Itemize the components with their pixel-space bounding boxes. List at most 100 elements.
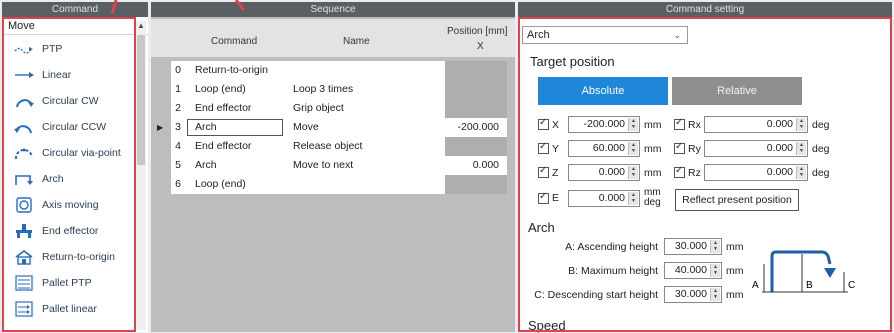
spin-arrows-icon[interactable]: ▲ ▼ xyxy=(710,288,720,301)
axis-value-input[interactable]: 0.000 ▲ ▼ xyxy=(704,116,808,133)
axis-value: 0.000 xyxy=(598,166,625,178)
arch-param-input[interactable]: 30.000 ▲ ▼ xyxy=(664,286,722,303)
arch-param-input[interactable]: 40.000 ▲ ▼ xyxy=(664,262,722,279)
spin-arrows-icon[interactable]: ▲ ▼ xyxy=(796,118,806,131)
command-item-label: PTP xyxy=(42,43,63,55)
axis-label: Rz xyxy=(688,166,701,179)
sequence-row[interactable]: 1 Loop (end) Loop 3 times xyxy=(151,80,515,99)
command-type-value: Arch xyxy=(527,29,550,41)
row-command[interactable]: End effector xyxy=(195,137,251,156)
axis-row-rz: Rz0.000▲▼deg xyxy=(674,164,830,181)
relative-button[interactable]: Relative xyxy=(672,77,802,105)
axis-row-ry: Ry0.000▲▼deg xyxy=(674,140,830,157)
circular-cw-icon xyxy=(12,92,36,110)
axis-checkbox[interactable] xyxy=(538,117,549,130)
command-type-select[interactable]: Arch ⌄ xyxy=(522,26,688,44)
sequence-row[interactable]: 0 Return-to-origin xyxy=(151,61,515,80)
row-command[interactable]: Loop (end) xyxy=(195,175,246,194)
arch-param-value: 30.000 xyxy=(674,288,707,300)
axis-checkbox[interactable] xyxy=(538,165,549,178)
command-item-label: Axis moving xyxy=(42,199,99,211)
target-position-title: Target position xyxy=(530,54,615,69)
home-icon xyxy=(12,248,36,266)
sequence-row[interactable]: 5 Arch Move to next 0.000 xyxy=(151,156,515,175)
annotation-pointers xyxy=(110,0,246,15)
command-item[interactable]: Return-to-origin xyxy=(6,244,134,270)
row-name[interactable]: Move to next xyxy=(293,156,353,175)
command-item[interactable]: Pallet PTP xyxy=(6,270,134,296)
spin-arrows-icon[interactable]: ▲ ▼ xyxy=(628,142,638,155)
command-item-label: Pallet PTP xyxy=(42,277,92,289)
command-scrollbar[interactable]: ▲ xyxy=(136,21,146,330)
axis-row-y: Y 60.000▲▼ mm xyxy=(538,140,662,157)
row-command[interactable]: End effector xyxy=(195,99,251,118)
arch-param-unit: mm xyxy=(726,264,744,277)
row-name[interactable]: Release object xyxy=(293,137,362,156)
setting-panel: Command setting Arch ⌄ Target position A… xyxy=(518,2,892,333)
axis-value-input[interactable]: 0.000 ▲ ▼ xyxy=(568,189,640,207)
row-command[interactable]: Return-to-origin xyxy=(195,61,268,80)
axis-label: Z xyxy=(552,166,559,179)
row-command[interactable]: Arch xyxy=(195,118,217,137)
arch-param-input[interactable]: 30.000 ▲ ▼ xyxy=(664,238,722,255)
sequence-row[interactable]: 6 Loop (end) xyxy=(151,175,515,194)
arch-param-row: B: Maximum height 40.000 ▲ ▼ mm xyxy=(528,262,744,279)
axis-label: Ry xyxy=(688,142,701,155)
absolute-button[interactable]: Absolute xyxy=(538,77,668,105)
command-item[interactable]: PTP xyxy=(6,36,134,62)
row-position-x[interactable] xyxy=(445,80,507,99)
axis-checkbox[interactable] xyxy=(538,191,549,204)
command-item[interactable]: End effector xyxy=(6,218,134,244)
command-item[interactable]: Arch xyxy=(6,166,134,192)
speed-title: Speed xyxy=(528,318,566,333)
current-row-marker-icon: ▶ xyxy=(157,123,164,132)
axis-checkbox[interactable] xyxy=(674,117,685,130)
axis-checkbox[interactable] xyxy=(674,165,685,178)
axis-value: 0.000 xyxy=(766,118,793,130)
axis-checkbox[interactable] xyxy=(674,141,685,154)
command-item[interactable]: Pallet linear xyxy=(6,296,134,322)
command-list: PTP Linear Circular CW Circular CCW Circular… xyxy=(6,36,134,322)
row-name[interactable]: Loop 3 times xyxy=(293,80,353,99)
sequence-row[interactable]: ▶ 3 Arch Move -200.000 xyxy=(151,118,515,137)
command-item[interactable]: Circular CW xyxy=(6,88,134,114)
row-index: 4 xyxy=(175,140,181,152)
axis-value-input[interactable]: -200.000 ▲ ▼ xyxy=(568,116,640,133)
spin-arrows-icon[interactable]: ▲ ▼ xyxy=(628,191,638,205)
command-panel: Command Move ▷ PTPLinearCircular CWCircu… xyxy=(2,2,148,332)
row-command[interactable]: Arch xyxy=(195,156,217,175)
arch-path xyxy=(770,250,832,292)
command-item[interactable]: Circular via-point xyxy=(6,140,134,166)
scrollbar-thumb[interactable] xyxy=(137,35,145,165)
command-item-label: Return-to-origin xyxy=(42,251,115,263)
command-item[interactable]: Axis moving xyxy=(6,192,134,218)
row-position-x[interactable]: 0.000 xyxy=(445,156,507,175)
row-name[interactable]: Grip object xyxy=(293,99,344,118)
row-command[interactable]: Loop (end) xyxy=(195,80,246,99)
spin-arrows-icon[interactable]: ▲ ▼ xyxy=(628,118,638,131)
spin-arrows-icon[interactable]: ▲ ▼ xyxy=(710,240,720,253)
sequence-row[interactable]: 2 End effector Grip object xyxy=(151,99,515,118)
circular-via-point-icon xyxy=(12,144,36,162)
command-item[interactable]: Circular CCW xyxy=(6,114,134,140)
axis-checkbox[interactable] xyxy=(538,141,549,154)
spin-arrows-icon[interactable]: ▲ ▼ xyxy=(628,166,638,179)
row-position-x[interactable] xyxy=(445,99,507,118)
sequence-row[interactable]: 4 End effector Release object xyxy=(151,137,515,156)
axis-value-input[interactable]: 0.000 ▲ ▼ xyxy=(704,140,808,157)
axis-value-input[interactable]: 60.000 ▲ ▼ xyxy=(568,140,640,157)
command-item[interactable]: Linear xyxy=(6,62,134,88)
spin-arrows-icon[interactable]: ▲ ▼ xyxy=(796,166,806,179)
row-position-x[interactable]: -200.000 xyxy=(445,118,507,137)
row-position-x[interactable] xyxy=(445,137,507,156)
axis-value-input[interactable]: 0.000 ▲ ▼ xyxy=(704,164,808,181)
scroll-up-icon[interactable]: ▲ xyxy=(136,21,146,30)
spin-arrows-icon[interactable]: ▲ ▼ xyxy=(710,264,720,277)
spin-arrows-icon[interactable]: ▲ ▼ xyxy=(796,142,806,155)
axis-value-input[interactable]: 0.000 ▲ ▼ xyxy=(568,164,640,181)
row-name[interactable]: Move xyxy=(293,118,319,137)
row-position-x[interactable] xyxy=(445,175,507,194)
reflect-present-position-button[interactable]: Reflect present position xyxy=(675,189,799,211)
row-position-x[interactable] xyxy=(445,61,507,80)
arch-param-unit: mm xyxy=(726,240,744,253)
